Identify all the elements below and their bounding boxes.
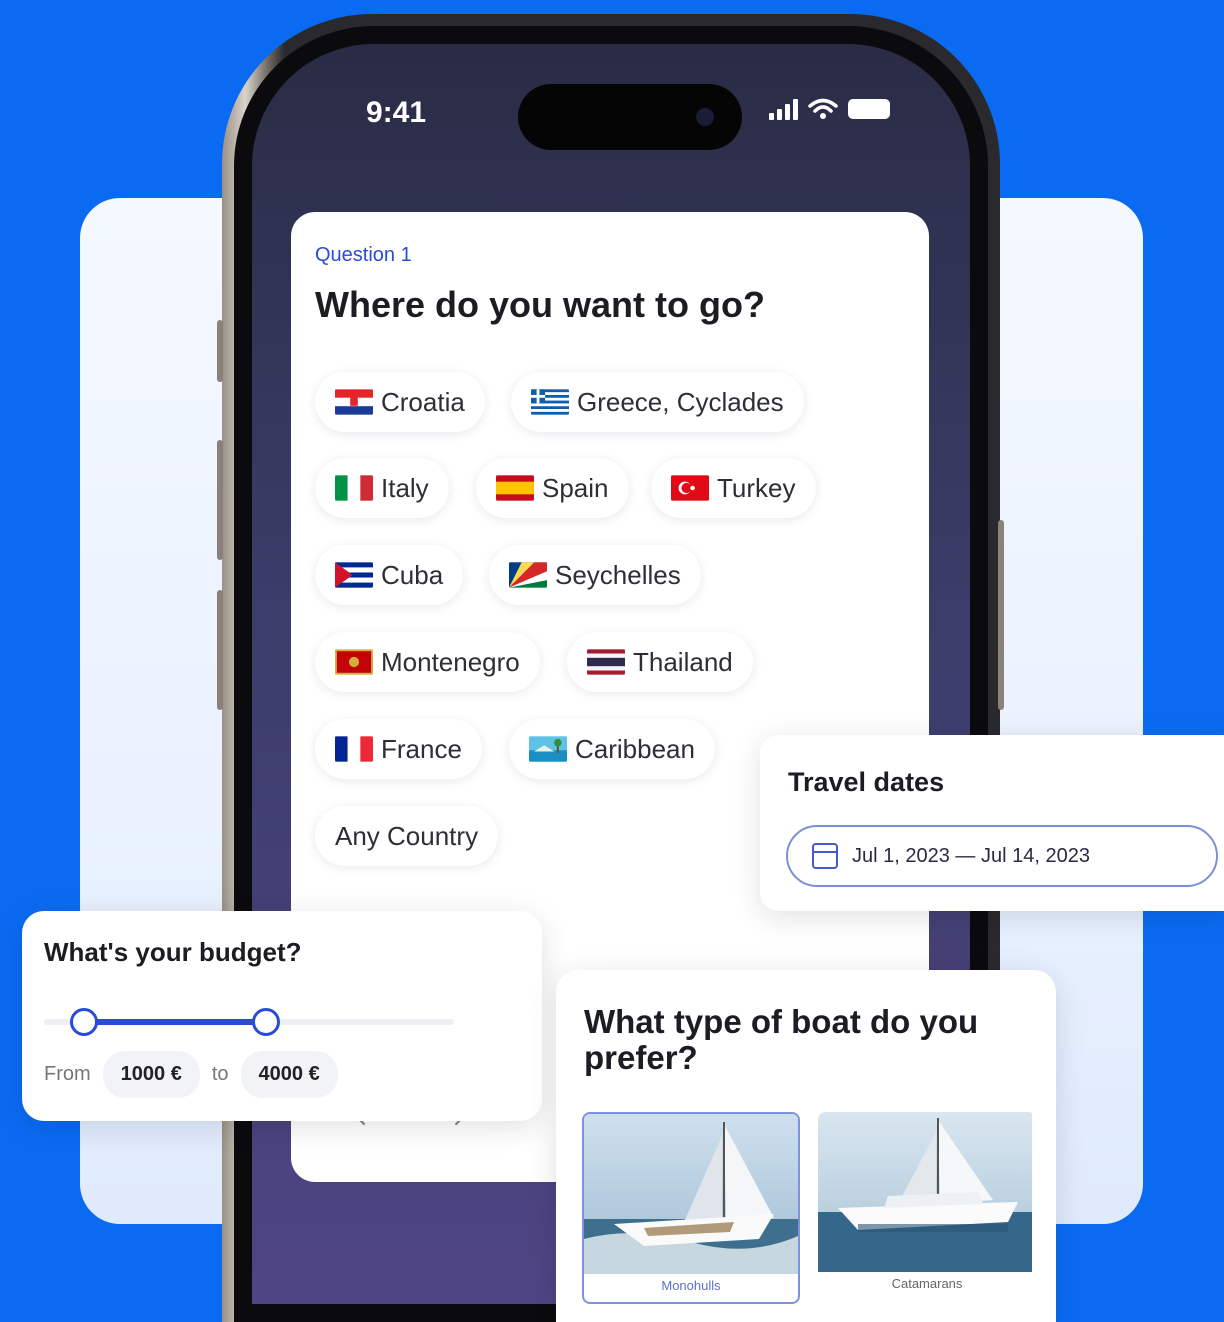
phone-side-button [217,590,223,710]
question-title: Where do you want to go? [315,284,765,325]
wifi-icon [808,98,838,119]
option-label: Italy [381,472,429,503]
turkey-flag-icon [671,475,709,501]
option-label: Cuba [381,559,444,590]
option-label: Any Country [335,820,479,851]
budget-to-value[interactable]: 4000 € [240,1051,338,1098]
option-italy[interactable]: Italy [315,458,449,518]
status-time: 9:41 [366,96,427,129]
option-label: Greece, Cyclades [577,386,784,417]
option-label: Turkey [717,472,796,503]
budget-from-value[interactable]: 1000 € [102,1051,200,1098]
option-seychelles[interactable]: Seychelles [489,545,701,605]
budget-title: What's your budget? [44,937,302,967]
budget-min-handle[interactable] [70,1008,98,1036]
cuba-flag-icon [335,562,373,588]
option-label: Montenegro [381,646,520,677]
option-label: Spain [542,472,609,503]
option-label: Croatia [381,386,465,417]
option-label: France [381,733,462,764]
cellular-signal-icon [769,98,798,120]
phone-side-button [998,520,1004,710]
spain-flag-icon [496,475,534,501]
option-label: Seychelles [555,559,681,590]
seychelles-flag-icon [509,562,547,588]
boat-type-title: What type of boat do you prefer? [584,1003,979,1076]
italy-flag-icon [335,475,373,501]
option-france[interactable]: France [315,719,482,779]
dynamic-island [518,84,742,150]
catamaran-image [818,1112,1032,1272]
budget-max-handle[interactable] [252,1008,280,1036]
option-thailand[interactable]: Thailand [567,632,753,692]
boat-option-label: Monohulls [661,1278,721,1293]
monohull-image [584,1114,798,1274]
option-turkey[interactable]: Turkey [651,458,816,518]
travel-dates-card: Travel dates Jul 1, 2023 — Jul 14, 2023 [760,735,1224,911]
caribbean-icon [529,736,567,762]
boat-option-monohulls[interactable]: Monohulls [582,1112,800,1304]
option-label: Thailand [633,646,733,677]
option-montenegro[interactable]: Montenegro [315,632,540,692]
option-any-country[interactable]: Any Country [315,806,499,866]
question-number: Question 1 [315,244,412,266]
phone-side-button [217,440,223,560]
battery-icon [848,99,890,119]
option-caribbean[interactable]: Caribbean [509,719,715,779]
boat-option-label: Catamarans [891,1276,963,1291]
option-spain[interactable]: Spain [476,458,629,518]
option-greece[interactable]: Greece, Cyclades [511,372,804,432]
budget-slider-range [84,1019,266,1025]
option-label: Caribbean [575,733,695,764]
budget-from-label: From [44,1063,91,1085]
travel-dates-field[interactable]: Jul 1, 2023 — Jul 14, 2023 [786,825,1218,887]
greece-flag-icon [531,389,569,415]
phone-side-button [217,320,223,382]
thailand-flag-icon [587,649,625,675]
travel-dates-title: Travel dates [788,767,945,797]
option-croatia[interactable]: Croatia [315,372,485,432]
calendar-icon [812,843,838,869]
montenegro-flag-icon [335,649,373,675]
boat-type-card: What type of boat do you prefer? Monohul… [556,970,1056,1322]
france-flag-icon [335,736,373,762]
boat-option-catamarans[interactable]: Catamarans [818,1112,1036,1304]
budget-to-label: to [211,1063,229,1085]
travel-dates-value: Jul 1, 2023 — Jul 14, 2023 [852,844,1090,867]
budget-card: What's your budget? From 1000 € to 4000 … [22,911,542,1121]
croatia-flag-icon [335,389,373,415]
option-cuba[interactable]: Cuba [315,545,464,605]
